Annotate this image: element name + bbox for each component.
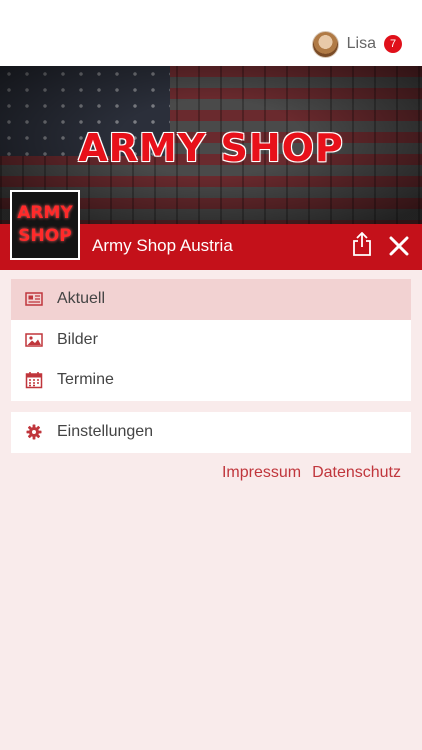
shop-logo: ARMY SHOP [10, 190, 80, 260]
menu-item-label: Einstellungen [57, 423, 154, 441]
user-name[interactable]: Lisa [347, 35, 376, 53]
menu-item-bilder[interactable]: Bilder [11, 320, 411, 361]
newspaper-icon [25, 292, 43, 306]
close-icon[interactable] [388, 235, 410, 257]
menu-item-label: Bilder [57, 330, 98, 348]
calendar-icon [25, 372, 43, 389]
footer-links: Impressum Datenschutz [222, 464, 401, 482]
user-profile[interactable]: Lisa 7 [311, 29, 402, 59]
share-icon[interactable] [351, 232, 373, 256]
navigation-menu: Aktuell Bilder Termine [11, 279, 411, 401]
notification-badge[interactable]: 7 [384, 35, 402, 53]
menu-item-label: Aktuell [57, 290, 106, 308]
gear-icon [26, 424, 42, 440]
shop-name: Army Shop Austria [92, 236, 233, 255]
settings-menu: Einstellungen [11, 412, 411, 453]
menu-item-termine[interactable]: Termine [11, 360, 411, 401]
banner-title: ARMY SHOP [78, 126, 344, 170]
logo-text-line1: ARMY [17, 203, 73, 223]
impressum-link[interactable]: Impressum [222, 464, 301, 482]
image-icon [25, 333, 43, 347]
menu-item-label: Termine [57, 371, 114, 389]
logo-text-line2: SHOP [18, 226, 72, 246]
datenschutz-link[interactable]: Datenschutz [312, 464, 401, 482]
top-bar: Lisa 7 [0, 0, 422, 66]
avatar[interactable] [311, 30, 339, 58]
menu-item-einstellungen[interactable]: Einstellungen [11, 412, 411, 453]
menu-item-aktuell[interactable]: Aktuell [11, 279, 411, 320]
